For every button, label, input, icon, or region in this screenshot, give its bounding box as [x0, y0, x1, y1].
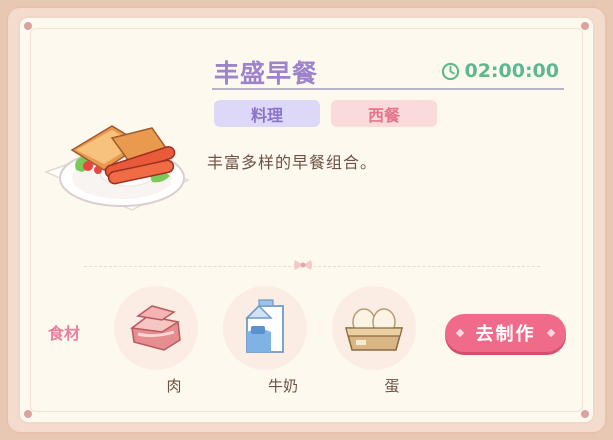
ingredient-milk[interactable]: [223, 286, 307, 370]
button-diamond-decoration: [455, 328, 465, 338]
ingredients-label: 食材: [48, 324, 81, 343]
tag-cooking: 料理: [214, 100, 320, 127]
go-make-label: 去制作: [475, 324, 536, 345]
ingredient-meat[interactable]: [114, 286, 198, 370]
corner-decoration: [581, 410, 589, 418]
meat-icon: [130, 305, 181, 351]
egg-box-icon: [345, 308, 403, 351]
breakfast-dish-image: [43, 125, 190, 211]
button-diamond-decoration: [546, 328, 556, 338]
milk-carton-icon: [245, 299, 284, 353]
tag-western-food: 西餐: [331, 100, 437, 127]
clock-icon: [442, 62, 460, 80]
recipe-card: 丰盛早餐 02:00:00 料理 西餐 丰富多样的早餐组合。 食材 肉 牛奶 蛋…: [18, 16, 595, 424]
bow-icon: [292, 258, 314, 272]
ingredient-egg-name: 蛋: [384, 377, 400, 395]
go-make-button[interactable]: 去制作: [445, 314, 566, 352]
ingredient-egg[interactable]: [332, 286, 416, 370]
recipe-title: 丰盛早餐: [214, 59, 319, 88]
corner-decoration: [24, 410, 32, 418]
cooking-timer: 02:00:00: [441, 60, 559, 82]
recipe-description: 丰富多样的早餐组合。: [207, 153, 378, 172]
ingredient-meat-name: 肉: [166, 377, 182, 395]
ingredient-milk-name: 牛奶: [267, 377, 298, 395]
corner-decoration: [24, 22, 32, 30]
corner-decoration: [581, 22, 589, 30]
title-underline: [212, 88, 564, 90]
timer-value: 02:00:00: [464, 60, 559, 82]
